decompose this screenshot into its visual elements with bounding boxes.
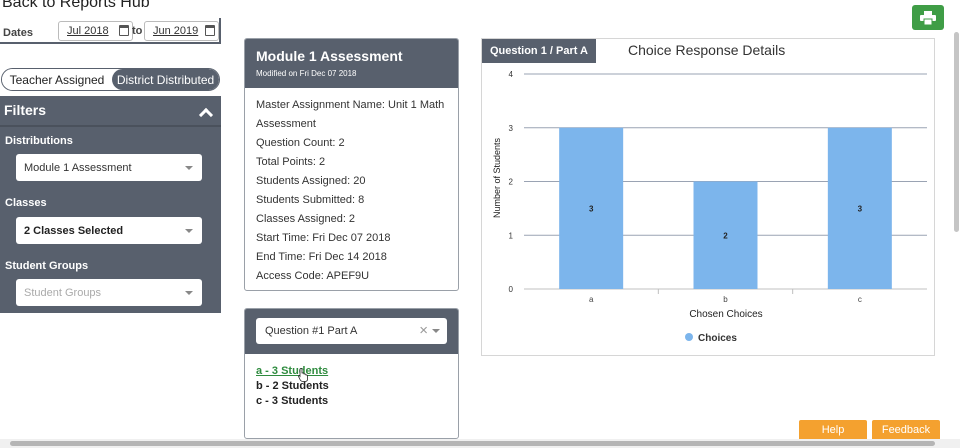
classes-value: 2 Classes Selected <box>24 224 124 237</box>
date-from-value: Jul 2018 <box>67 25 109 37</box>
y-tick-label: 2 <box>509 178 514 187</box>
question-card: Question #1 Part A × a - 3 Students b - … <box>244 308 459 439</box>
legend-marker <box>685 333 693 341</box>
chart-bars: 3 2 3 <box>559 127 892 289</box>
vertical-scrollbar-thumb[interactable] <box>954 32 959 232</box>
filters-divider <box>0 125 221 127</box>
detail-line: End Time: Fri Dec 14 2018 <box>256 251 387 263</box>
detail-line: Classes Assigned: 2 <box>256 213 356 225</box>
x-tick-label: c <box>858 295 862 304</box>
teacher-assigned-option[interactable]: Teacher Assigned <box>2 69 112 90</box>
horizontal-scrollbar[interactable] <box>0 439 960 448</box>
bar-data-label: 3 <box>589 204 594 213</box>
calendar-icon <box>205 25 215 36</box>
date-to-field[interactable]: Jun 2019 <box>144 21 219 41</box>
vertical-scrollbar[interactable] <box>953 30 960 440</box>
district-distributed-option[interactable]: District Distributed <box>112 69 219 90</box>
date-to-label: to <box>132 25 143 37</box>
classes-select[interactable]: 2 Classes Selected <box>16 217 202 244</box>
dates-label: Dates <box>3 27 33 39</box>
caret-down-icon <box>185 166 193 170</box>
caret-down-icon <box>432 329 440 333</box>
student-groups-select[interactable]: Student Groups <box>16 279 202 306</box>
print-button[interactable] <box>912 5 944 30</box>
feedback-button[interactable]: Feedback <box>872 420 940 439</box>
detail-line: Total Points: 2 <box>256 156 326 168</box>
detail-line: Students Submitted: 8 <box>256 194 365 206</box>
bar-data-label: 3 <box>858 204 863 213</box>
response-item-c[interactable]: c - 3 Students <box>256 394 447 409</box>
assessment-modified: Modified on Fri Dec 07 2018 <box>256 69 357 78</box>
chevron-up-icon[interactable] <box>198 107 214 123</box>
caret-down-icon <box>185 229 193 233</box>
clear-icon[interactable]: × <box>419 322 428 339</box>
student-groups-placeholder: Student Groups <box>24 286 102 299</box>
choice-response-chart: 3 2 3 0 1 2 3 4 a b c Number of Students Chosen C… <box>492 70 927 344</box>
filters-panel: Filters Distributions Module 1 Assessmen… <box>0 96 221 313</box>
detail-line: Question Count: 2 <box>256 137 345 149</box>
date-from-field[interactable]: Jul 2018 <box>58 21 133 41</box>
chart-tab[interactable]: Question 1 / Part A <box>482 39 596 63</box>
date-to-value: Jun 2019 <box>153 25 199 37</box>
assessment-details: Master Assignment Name: Unit 1 Math Asse… <box>245 88 458 290</box>
calendar-icon <box>119 25 129 36</box>
question-select-value: Question #1 Part A <box>265 325 358 337</box>
bar-data-label: 2 <box>723 231 728 240</box>
y-tick-label: 4 <box>509 70 514 79</box>
chart-panel: 3 2 3 0 1 2 3 4 a b c Number of Students Chosen C… <box>481 38 935 356</box>
y-axis-label: Number of Students <box>492 137 502 218</box>
filters-title: Filters <box>4 102 47 118</box>
y-tick-label: 0 <box>509 285 514 294</box>
detail-line: Master Assignment Name: Unit 1 Math <box>256 99 445 111</box>
detail-line: Access Code: APEF9U <box>256 270 370 282</box>
assessment-card-header: Module 1 Assessment Modified on Fri Dec … <box>245 39 458 88</box>
response-item-b[interactable]: b - 2 Students <box>256 379 447 394</box>
x-tick-label: a <box>589 295 594 304</box>
question-card-header: Question #1 Part A × <box>245 309 458 354</box>
student-groups-label: Student Groups <box>5 260 89 272</box>
detail-line: Assessment <box>256 118 316 130</box>
assignment-type-toggle: Teacher Assigned District Distributed <box>1 68 220 91</box>
horizontal-scrollbar-thumb[interactable] <box>10 441 935 446</box>
distributions-select[interactable]: Module 1 Assessment <box>16 154 202 181</box>
print-icon <box>920 10 936 25</box>
dates-bar: Dates Jul 2018 to Jun 2019 <box>0 18 221 44</box>
cursor-icon <box>298 368 308 382</box>
help-button[interactable]: Help <box>799 420 867 439</box>
distributions-value: Module 1 Assessment <box>24 161 132 174</box>
y-tick-label: 3 <box>509 124 514 133</box>
back-to-reports-link[interactable]: Back to Reports Hub <box>2 0 150 12</box>
response-list: a - 3 Students b - 2 Students c - 3 Stud… <box>245 354 458 419</box>
classes-label: Classes <box>5 197 47 209</box>
response-item-a[interactable]: a - 3 Students <box>256 364 447 379</box>
question-select[interactable]: Question #1 Part A × <box>256 318 447 344</box>
legend-label[interactable]: Choices <box>698 333 737 344</box>
assessment-card: Module 1 Assessment Modified on Fri Dec … <box>244 38 459 291</box>
x-axis-label: Chosen Choices <box>689 309 762 320</box>
assessment-title: Module 1 Assessment <box>256 48 403 64</box>
detail-line: Start Time: Fri Dec 07 2018 <box>256 232 391 244</box>
x-tick-label: b <box>723 295 728 304</box>
detail-line: Students Assigned: 20 <box>256 175 366 187</box>
caret-down-icon <box>185 291 193 295</box>
y-tick-label: 1 <box>509 231 514 240</box>
distributions-label: Distributions <box>5 135 73 147</box>
chart-title: Choice Response Details <box>628 42 786 58</box>
